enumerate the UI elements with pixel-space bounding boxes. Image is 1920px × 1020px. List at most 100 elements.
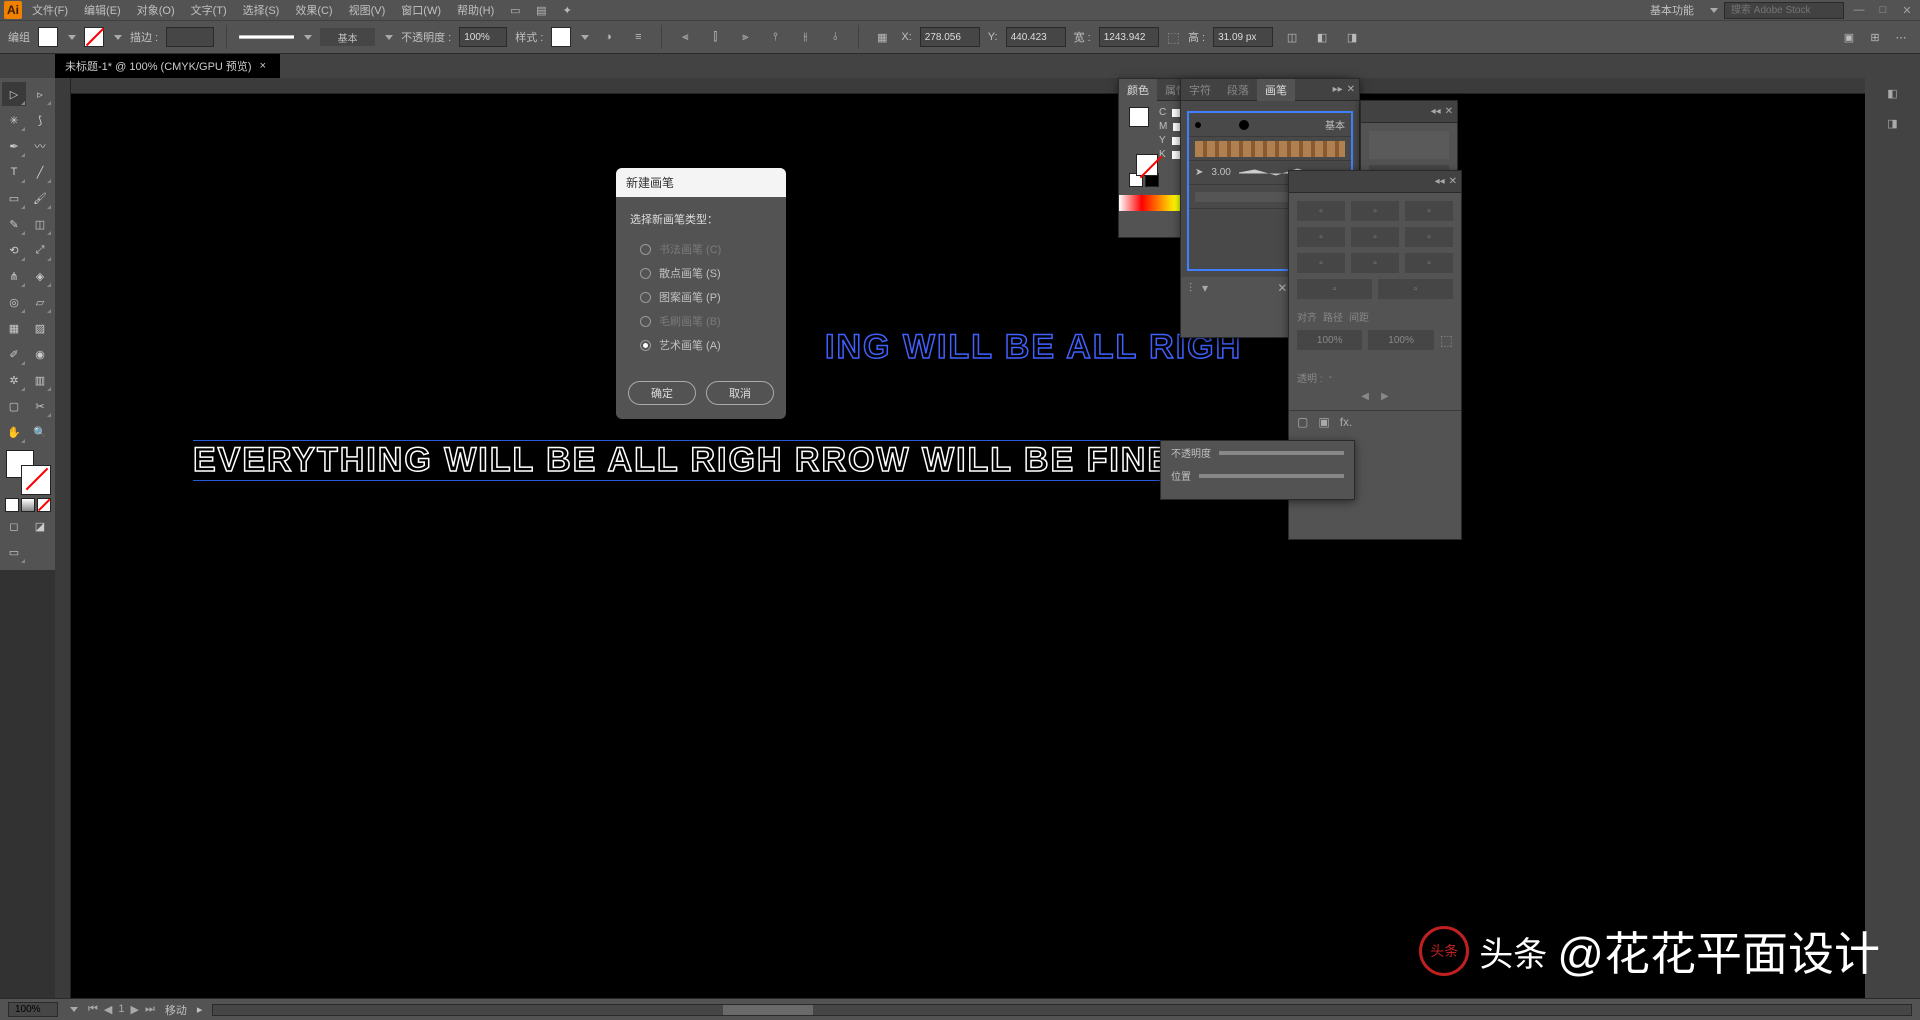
rotate-tool[interactable]: ⟲ xyxy=(2,238,26,262)
scale-x[interactable]: 100% xyxy=(1297,330,1362,350)
fill-stroke-control[interactable] xyxy=(6,450,50,494)
perspective-tool[interactable]: ▱ xyxy=(28,290,52,314)
tab-brushes[interactable]: 画笔 xyxy=(1257,79,1295,101)
draw-normal[interactable]: ◻ xyxy=(2,514,26,538)
recolor-icon[interactable]: ◑ xyxy=(597,26,619,48)
panel-opt2-icon[interactable]: ▣ xyxy=(1318,415,1329,429)
edit-contents-icon[interactable]: ◨ xyxy=(1341,26,1363,48)
panel-close-icon[interactable]: ✕ xyxy=(1445,106,1453,117)
screen-mode[interactable]: ▭ xyxy=(2,540,26,564)
rectangle-tool[interactable]: ▭ xyxy=(2,186,26,210)
tab-paragraph[interactable]: 段落 xyxy=(1219,79,1257,101)
align-btn[interactable]: ▫ xyxy=(1405,201,1453,221)
panel-opt1-icon[interactable]: ▢ xyxy=(1297,415,1308,429)
align-btn[interactable]: ▫ xyxy=(1405,227,1453,247)
tab-path[interactable]: 路径 xyxy=(1323,309,1343,324)
tab-align[interactable]: 对齐 xyxy=(1297,309,1317,324)
align-bottom-icon[interactable]: ⫰ xyxy=(824,26,846,48)
eyedropper-tool[interactable]: ✐ xyxy=(2,342,26,366)
scale-y[interactable]: 100% xyxy=(1368,330,1433,350)
panel-collapse-icon[interactable]: ▸▸ xyxy=(1333,84,1343,95)
hand-tool[interactable]: ✋ xyxy=(2,420,26,444)
last-artboard-icon[interactable]: ⏭ xyxy=(145,1003,155,1016)
fill-swatch[interactable] xyxy=(38,27,58,47)
position-slider[interactable] xyxy=(1199,474,1344,478)
brush-lib-menu-icon[interactable]: ▾ xyxy=(1202,281,1208,296)
y-input[interactable] xyxy=(1006,27,1066,47)
align-btn[interactable]: ▫ xyxy=(1351,227,1399,247)
align-btn[interactable]: ▫ xyxy=(1297,227,1345,247)
color-mode-gradient[interactable] xyxy=(21,498,35,512)
zoom-input[interactable] xyxy=(8,1002,58,1017)
panel-fill-stroke[interactable] xyxy=(1129,107,1151,163)
x-input[interactable] xyxy=(920,27,980,47)
tab-close-icon[interactable]: × xyxy=(260,60,266,72)
ruler-vertical[interactable] xyxy=(55,78,71,998)
direct-selection-tool[interactable]: ▹ xyxy=(28,82,52,106)
menu-object[interactable]: 对象(O) xyxy=(131,0,181,20)
slice-tool[interactable]: ✂ xyxy=(28,394,52,418)
height-input[interactable] xyxy=(1213,27,1273,47)
transform-ref-icon[interactable]: ▦ xyxy=(871,26,893,48)
prev-icon[interactable]: ◀ xyxy=(1361,391,1369,402)
prev-artboard-icon[interactable]: ◀ xyxy=(104,1003,112,1016)
symbol-sprayer-tool[interactable]: ✲ xyxy=(2,368,26,392)
ok-button[interactable]: 确定 xyxy=(628,381,696,405)
brush-definition[interactable]: 基本 xyxy=(320,28,375,46)
menu-help[interactable]: 帮助(H) xyxy=(451,0,500,20)
chevron-down-icon[interactable] xyxy=(385,35,393,40)
stroke-weight-input[interactable] xyxy=(166,27,214,47)
line-tool[interactable]: ╱ xyxy=(28,160,52,184)
stock-search-input[interactable] xyxy=(1724,2,1844,19)
close-button[interactable]: ✕ xyxy=(1898,3,1916,17)
prefs-icon[interactable]: ⊞ xyxy=(1864,26,1886,48)
dock-icon[interactable]: ◨ xyxy=(1865,108,1920,138)
cancel-button[interactable]: 取消 xyxy=(706,381,774,405)
first-artboard-icon[interactable]: ⏮ xyxy=(88,1003,98,1016)
align-top-icon[interactable]: ⫯ xyxy=(764,26,786,48)
align-btn[interactable]: ▫ xyxy=(1351,253,1399,273)
color-mode-none[interactable] xyxy=(37,498,51,512)
minimize-button[interactable]: — xyxy=(1850,3,1868,17)
opacity-slider[interactable] xyxy=(1219,451,1344,455)
mesh-tool[interactable]: ▦ xyxy=(2,316,26,340)
magic-wand-tool[interactable]: ✳ xyxy=(2,108,26,132)
brush-item[interactable] xyxy=(1189,137,1351,161)
align-right-icon[interactable]: ⫸ xyxy=(734,26,756,48)
shaper-tool[interactable]: ✎ xyxy=(2,212,26,236)
pen-tool[interactable]: ✒ xyxy=(2,134,26,158)
doc-setup-icon[interactable]: ▣ xyxy=(1838,26,1860,48)
link-icon[interactable]: ⬚ xyxy=(1167,29,1180,46)
color-mode-solid[interactable] xyxy=(5,498,19,512)
horizontal-scrollbar[interactable] xyxy=(212,1004,1912,1016)
tab-character[interactable]: 字符 xyxy=(1181,79,1219,101)
stroke-color-box[interactable] xyxy=(22,466,50,494)
style-swatch[interactable] xyxy=(551,27,571,47)
panel-collapse-icon[interactable]: ◂◂ xyxy=(1435,176,1445,187)
workspace-switcher[interactable]: 基本功能 xyxy=(1642,0,1702,20)
panel-close-icon[interactable]: ✕ xyxy=(1449,176,1457,187)
panel-menu-icon[interactable]: ⋯ xyxy=(1890,26,1912,48)
paintbrush-tool[interactable]: 🖌 xyxy=(28,186,52,210)
brush-item[interactable]: 基本 xyxy=(1189,113,1351,137)
remove-stroke-icon[interactable]: ✕ xyxy=(1277,281,1287,296)
isolate-icon[interactable]: ◧ xyxy=(1311,26,1333,48)
curvature-tool[interactable]: 〰 xyxy=(28,134,52,158)
shape-mode-icon[interactable]: ◫ xyxy=(1281,26,1303,48)
align-icon[interactable]: ≡ xyxy=(627,26,649,48)
chevron-down-icon[interactable] xyxy=(68,35,76,40)
stroke-profile[interactable] xyxy=(239,29,294,45)
chevron-down-icon[interactable] xyxy=(70,1007,78,1012)
menu-effect[interactable]: 效果(C) xyxy=(289,0,338,20)
menu-select[interactable]: 选择(S) xyxy=(237,0,286,20)
zoom-tool[interactable]: 🔍 xyxy=(28,420,52,444)
link-icon[interactable]: ⬚ xyxy=(1440,332,1453,349)
blend-tool[interactable]: ◉ xyxy=(28,342,52,366)
eraser-tool[interactable]: ◫ xyxy=(28,212,52,236)
menu-type[interactable]: 文字(T) xyxy=(185,0,233,20)
tab-color[interactable]: 颜色 xyxy=(1119,79,1157,101)
menu-window[interactable]: 窗口(W) xyxy=(395,0,447,20)
align-btn[interactable]: ▫ xyxy=(1405,253,1453,273)
tab-spacing[interactable]: 间距 xyxy=(1349,309,1369,324)
artwork-text-white[interactable]: EVERYTHING WILL BE ALL RIGH RROW WILL BE… xyxy=(193,440,1172,481)
